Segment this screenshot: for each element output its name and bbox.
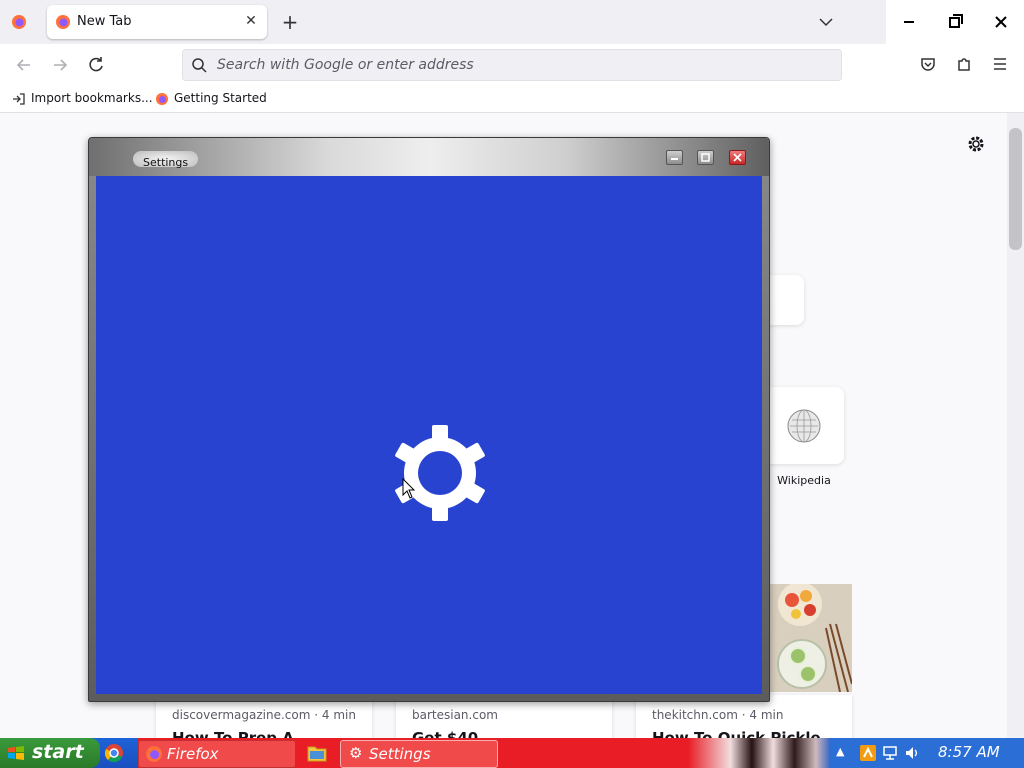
app-menu-icon[interactable] xyxy=(990,54,1010,74)
settings-titlebar[interactable]: Settings xyxy=(89,138,769,176)
settings-window: Settings xyxy=(88,137,770,702)
bookmark-label: Import bookmarks... xyxy=(31,91,153,105)
start-label: start xyxy=(32,741,84,763)
import-icon xyxy=(13,92,25,105)
address-bar[interactable]: Search with Google or enter address xyxy=(182,49,842,81)
chevron-down-icon[interactable] xyxy=(816,12,836,32)
close-icon[interactable] xyxy=(729,150,746,165)
taskbar-item-label: Settings xyxy=(369,745,431,763)
mouse-pointer-icon xyxy=(402,478,416,499)
close-tab-icon[interactable]: ✕ xyxy=(243,13,259,29)
firefox-menu-icon[interactable] xyxy=(11,14,27,30)
scrollbar-thumb[interactable] xyxy=(1009,128,1022,250)
gear-icon xyxy=(395,425,485,521)
chrome-icon[interactable] xyxy=(104,743,124,763)
story-image xyxy=(770,584,852,692)
network-icon[interactable] xyxy=(882,745,898,761)
start-button[interactable]: start xyxy=(0,738,100,768)
windows-flag-icon xyxy=(8,746,24,760)
taskbar-artifact xyxy=(688,738,830,768)
gear-icon[interactable] xyxy=(966,134,986,154)
clock[interactable]: 8:57 AM xyxy=(938,743,1000,761)
reload-icon[interactable] xyxy=(86,55,106,75)
close-window-icon[interactable] xyxy=(978,0,1024,44)
firefox-icon xyxy=(156,92,168,105)
taskbar-item-label: Firefox xyxy=(167,745,219,763)
bookmarks-toolbar: Import bookmarks... Getting Started xyxy=(0,86,1024,113)
bookmark-label: Getting Started xyxy=(174,91,267,105)
new-tab-button[interactable]: + xyxy=(280,12,300,32)
forward-icon[interactable] xyxy=(50,55,70,75)
tab-strip: New Tab ✕ + xyxy=(0,0,1024,44)
settings-title-pill: Settings xyxy=(133,151,199,169)
settings-content xyxy=(96,176,762,694)
tab-title: New Tab xyxy=(77,14,132,29)
firefox-icon xyxy=(146,746,162,762)
wikipedia-icon xyxy=(787,409,821,443)
window-title: Settings xyxy=(143,156,189,169)
restore-icon[interactable] xyxy=(932,0,978,44)
tab-new-tab[interactable]: New Tab ✕ xyxy=(47,5,267,39)
folder-icon[interactable] xyxy=(307,744,327,762)
volume-icon[interactable] xyxy=(904,745,920,761)
taskbar-item-settings[interactable]: ⚙ Settings xyxy=(340,740,498,768)
maximize-icon[interactable] xyxy=(697,150,714,165)
bookmark-getting-started[interactable]: Getting Started xyxy=(155,91,267,106)
minimize-icon[interactable] xyxy=(886,0,932,44)
pocket-icon[interactable] xyxy=(918,54,938,74)
firefox-icon xyxy=(56,15,70,29)
window-controls xyxy=(886,0,1024,44)
taskbar-item-firefox[interactable]: Firefox xyxy=(138,740,296,768)
tray-app-icon[interactable] xyxy=(860,745,876,761)
bookmark-import[interactable]: Import bookmarks... xyxy=(12,91,153,106)
back-icon[interactable] xyxy=(14,55,34,75)
extensions-icon[interactable] xyxy=(954,54,974,74)
story-source: thekitchn.com · 4 min xyxy=(652,708,784,722)
address-placeholder: Search with Google or enter address xyxy=(217,57,474,73)
minimize-icon[interactable] xyxy=(666,150,683,165)
gear-icon: ⚙ xyxy=(349,744,363,762)
tray-expand-icon[interactable]: ▲ xyxy=(836,745,844,758)
story-source: bartesian.com xyxy=(412,708,498,722)
search-icon xyxy=(192,58,207,73)
story-source: discovermagazine.com · 4 min xyxy=(172,708,356,722)
shortcut-label: Wikipedia xyxy=(777,474,831,487)
